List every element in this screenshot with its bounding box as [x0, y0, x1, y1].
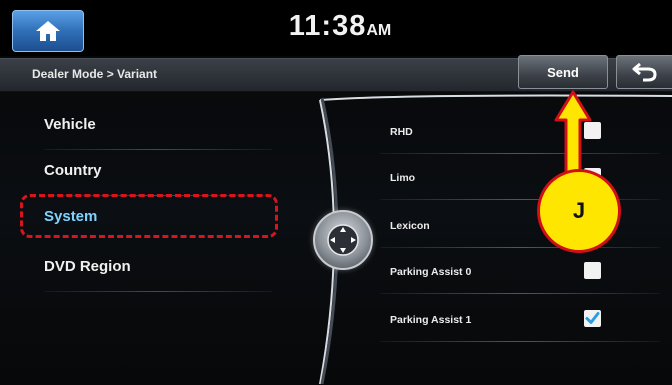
divider [380, 293, 660, 294]
head-unit-screen: 11:38AM Dealer Mode > Variant Send Vehic… [0, 0, 672, 385]
option-label: Limo [390, 172, 416, 184]
checkmark-icon [585, 312, 600, 324]
menu-item-dvd-region[interactable]: DVD Region [22, 244, 282, 292]
option-label: Parking Assist 0 [390, 266, 472, 278]
menu-item-label: Vehicle [44, 116, 96, 133]
highlight-box [20, 194, 278, 238]
home-button[interactable] [12, 10, 84, 52]
parking-assist-1-checkbox[interactable] [584, 310, 601, 327]
annotation-arrow [554, 90, 592, 180]
annotation-label: J [572, 198, 586, 223]
option-parking-assist-0[interactable]: Parking Assist 0 [380, 248, 660, 294]
annotation-callout: J [537, 169, 621, 253]
option-label: Lexicon [390, 220, 430, 232]
divider [44, 291, 272, 292]
option-rhd[interactable]: RHD [380, 108, 660, 154]
breadcrumb: Dealer Mode > Variant [32, 67, 158, 81]
send-button-label: Send [547, 64, 579, 80]
jog-dial-icon[interactable] [313, 210, 373, 270]
option-parking-assist-1[interactable]: Parking Assist 1 [380, 296, 660, 342]
send-button[interactable]: Send [518, 55, 608, 89]
parking-assist-0-checkbox[interactable] [584, 262, 601, 279]
clock-time: 11:38 [288, 10, 367, 42]
menu-item-country[interactable]: Country [22, 148, 282, 196]
clock-ampm: AM [366, 22, 392, 39]
option-label: RHD [390, 126, 413, 138]
menu-item-vehicle[interactable]: Vehicle [22, 102, 282, 150]
option-label: Parking Assist 1 [390, 314, 472, 326]
back-arrow-icon [632, 62, 657, 82]
clock: 11:38AM [260, 10, 420, 43]
direction-arrows-icon [327, 224, 359, 256]
menu-item-label: DVD Region [44, 258, 131, 275]
option-limo[interactable]: Limo [380, 154, 660, 200]
back-button[interactable] [616, 55, 672, 89]
home-icon [36, 21, 60, 41]
divider [380, 341, 660, 342]
menu-item-label: Country [44, 162, 102, 179]
